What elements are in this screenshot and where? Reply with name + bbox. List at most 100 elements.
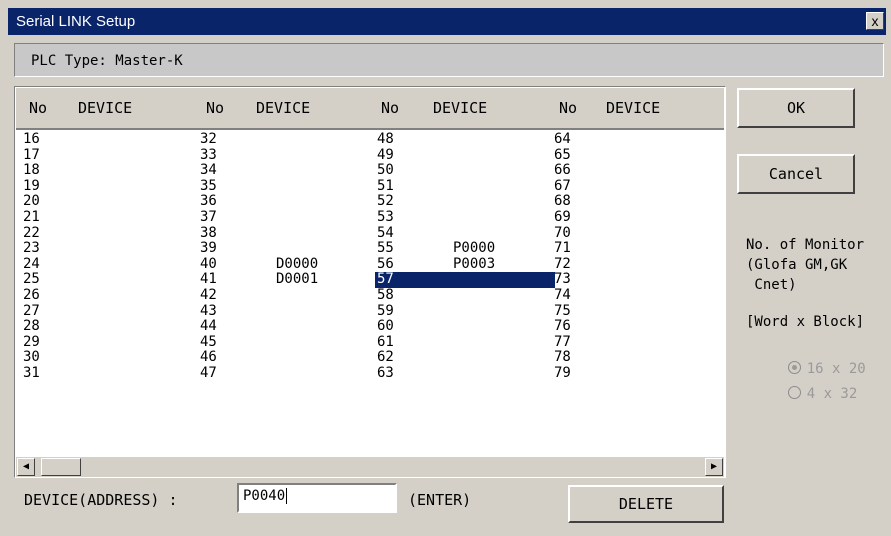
list-item-no: 36: [200, 193, 217, 210]
cancel-button[interactable]: Cancel: [737, 154, 855, 194]
list-item-no: 31: [23, 364, 40, 381]
list-item-no: 54: [377, 224, 394, 241]
header-device-4[interactable]: DEVICE: [606, 99, 660, 117]
arrow-right-icon: ▶: [710, 461, 718, 472]
list-item-no: 61: [377, 333, 394, 350]
list-item-no: 75: [554, 302, 571, 319]
radio-unchecked-icon: [787, 386, 801, 399]
list-item-no: 60: [377, 318, 394, 335]
list-item-no: 33: [200, 146, 217, 163]
ok-button[interactable]: OK: [737, 88, 855, 128]
list-item-device: D0001: [276, 271, 319, 288]
list-item-no: 66: [554, 162, 571, 179]
monitor-label-line1: No. of Monitor: [746, 237, 865, 253]
list-item-no: 43: [200, 302, 217, 319]
close-button[interactable]: x: [866, 12, 884, 30]
plc-type-label: PLC Type: Master-K: [31, 53, 183, 69]
list-item-no: 76: [554, 318, 571, 335]
radio-4x32[interactable]: 4 x 32: [754, 370, 857, 418]
list-item-no: 53: [377, 208, 394, 225]
list-item-no: 30: [23, 349, 40, 366]
arrow-left-icon: ◀: [22, 461, 30, 472]
list-item-no: 64: [554, 131, 571, 147]
list-item-no: 46: [200, 349, 217, 366]
list-item-no: 47: [200, 364, 217, 381]
list-item-no: 67: [554, 177, 571, 194]
horizontal-scrollbar[interactable]: ◀ ▶: [16, 456, 724, 477]
list-item-device: P0000: [453, 240, 496, 257]
list-item-no: 28: [23, 318, 40, 335]
list-item-no: 51: [377, 177, 394, 194]
header-no-2[interactable]: No: [206, 99, 224, 117]
list-item-no: 73: [554, 271, 571, 288]
list-item-device: D0000: [276, 255, 319, 272]
list-item-no: 65: [554, 146, 571, 163]
list-item-no: 35: [200, 177, 217, 194]
list-item-no: 25: [23, 271, 40, 288]
list-item-no: 63: [377, 364, 394, 381]
list-item-no: 22: [23, 224, 40, 241]
header-no-1[interactable]: No: [29, 99, 47, 117]
radio-4x32-label: 4 x 32: [806, 386, 858, 402]
list-item-no: 57: [375, 272, 555, 288]
list-item-no: 32: [200, 131, 217, 147]
list-item-no: 21: [23, 208, 40, 225]
list-item-no: 70: [554, 224, 571, 241]
list-item-no: 58: [377, 286, 394, 303]
title-bar[interactable]: Serial LINK Setup x: [8, 8, 886, 35]
device-list[interactable]: No DEVICE No DEVICE No DEVICE No DEVICE …: [14, 86, 726, 478]
scroll-right-button[interactable]: ▶: [705, 458, 723, 476]
list-item-no: 27: [23, 302, 40, 319]
list-item-no: 69: [554, 208, 571, 225]
list-item-no: 50: [377, 162, 394, 179]
list-item-no: 45: [200, 333, 217, 350]
text-cursor: ​: [286, 488, 288, 504]
device-address-value: P0040: [243, 488, 286, 504]
list-item-no: 79: [554, 364, 571, 381]
scroll-left-button[interactable]: ◀: [17, 458, 35, 476]
header-no-4[interactable]: No: [559, 99, 577, 117]
list-item-no: 34: [200, 162, 217, 179]
close-icon: x: [871, 13, 879, 29]
header-device-3[interactable]: DEVICE: [433, 99, 487, 117]
list-item-no: 55: [377, 240, 394, 257]
scroll-thumb[interactable]: [41, 458, 81, 476]
list-item-no: 71: [554, 240, 571, 257]
list-item-no: 20: [23, 193, 40, 210]
header-no-3[interactable]: No: [381, 99, 399, 117]
monitor-label-line2: (Glofa GM,GK: [746, 257, 848, 273]
delete-button[interactable]: DELETE: [568, 485, 724, 523]
list-item-no: 56: [377, 255, 394, 272]
list-item-no: 68: [554, 193, 571, 210]
list-item-no: 78: [554, 349, 571, 366]
plc-type-bar: PLC Type: Master-K: [14, 43, 884, 77]
header-device-1[interactable]: DEVICE: [78, 99, 132, 117]
device-address-input[interactable]: P0040​: [237, 483, 397, 513]
word-block-label: [Word x Block]: [746, 314, 865, 330]
monitor-label-line3: Cnet): [746, 277, 797, 293]
list-item-no: 77: [554, 333, 571, 350]
device-address-label: DEVICE(ADDRESS) :: [24, 491, 178, 509]
list-item-no: 39: [200, 240, 217, 257]
list-item-no: 23: [23, 240, 40, 257]
list-item-no: 38: [200, 224, 217, 241]
list-item-no: 62: [377, 349, 394, 366]
list-header: No DEVICE No DEVICE No DEVICE No DEVICE: [16, 88, 724, 130]
list-item-no: 40: [200, 255, 217, 272]
enter-hint: (ENTER): [408, 491, 472, 509]
list-item-no: 41: [200, 271, 217, 288]
list-item-no: 26: [23, 286, 40, 303]
list-item-no: 44: [200, 318, 217, 335]
list-item-no: 16: [23, 131, 40, 147]
list-item-no: 74: [554, 286, 571, 303]
header-device-2[interactable]: DEVICE: [256, 99, 310, 117]
list-item-no: 59: [377, 302, 394, 319]
list-item-no: 52: [377, 193, 394, 210]
list-item-no: 48: [377, 131, 394, 147]
list-item-no: 42: [200, 286, 217, 303]
window-title: Serial LINK Setup: [16, 13, 136, 30]
list-item-device: P0003: [453, 255, 496, 272]
list-item-no: 24: [23, 255, 40, 272]
list-item-no: 17: [23, 146, 40, 163]
list-item-no: 72: [554, 255, 571, 272]
